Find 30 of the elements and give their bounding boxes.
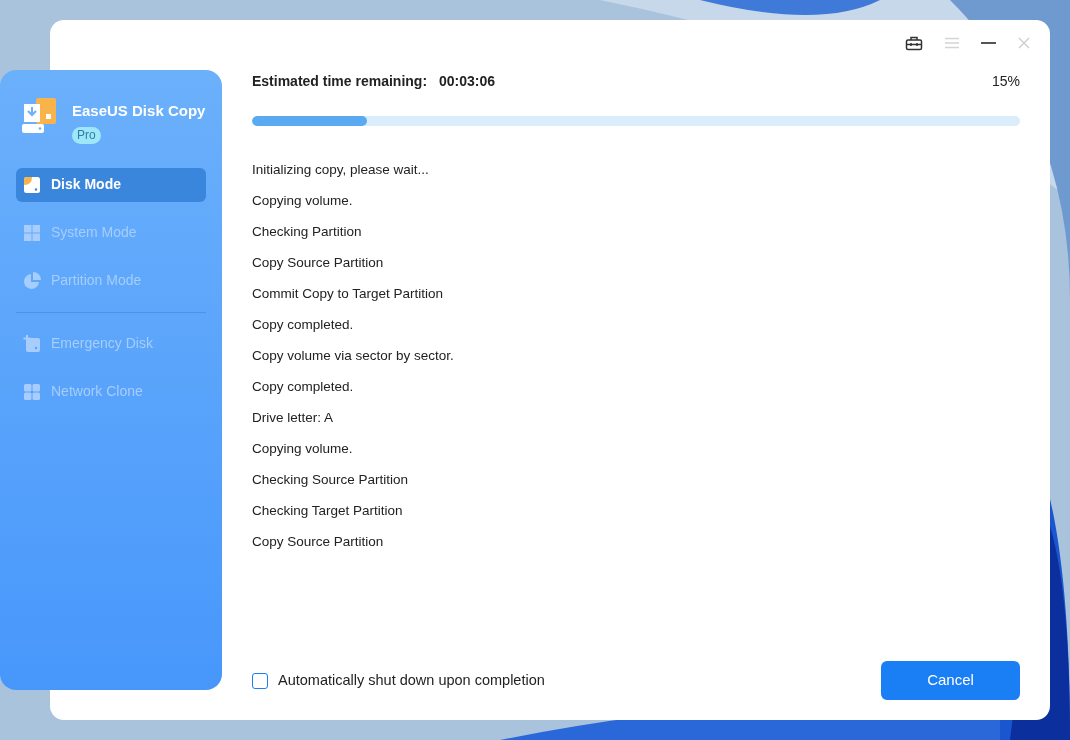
- close-icon[interactable]: [1018, 37, 1030, 49]
- pie-chart-icon: [23, 271, 41, 290]
- log-line: Copy Source Partition: [252, 254, 385, 272]
- cancel-button[interactable]: Cancel: [881, 661, 1020, 700]
- log-line: Copy completed.: [252, 378, 355, 396]
- log-line: Copying volume.: [252, 192, 354, 210]
- log-line: Copy volume via sector by sector.: [252, 347, 455, 365]
- checkbox-label: Automatically shut down upon completion: [278, 670, 545, 690]
- minimize-icon[interactable]: [981, 42, 996, 44]
- grid-icon: [23, 382, 41, 401]
- toolbox-icon[interactable]: [905, 35, 923, 51]
- checkbox[interactable]: [252, 672, 268, 689]
- log-line: Copy Source Partition: [252, 533, 385, 551]
- pro-badge: Pro: [72, 126, 101, 144]
- log-line: Initializing copy, please wait...: [252, 161, 430, 179]
- log-line: Checking Source Partition: [252, 471, 410, 489]
- menu-icon[interactable]: [945, 37, 959, 49]
- progress-percent: 15%: [991, 71, 1020, 91]
- log-line: Checking Target Partition: [252, 502, 404, 520]
- nav-item[interactable]: Disk Mode: [16, 167, 206, 202]
- time-remaining-label: Estimated time remaining:: [252, 71, 428, 91]
- time-remaining-value: 00:03:06: [439, 71, 496, 91]
- log-line: Copy completed.: [252, 316, 355, 334]
- log-line: Checking Partition: [252, 223, 363, 241]
- log-line: Drive letter: A: [252, 409, 335, 427]
- app-title: EaseUS Disk Copy: [72, 101, 206, 121]
- log-line: Copying volume.: [252, 440, 354, 458]
- log-line: Commit Copy to Target Partition: [252, 285, 445, 303]
- windows-icon: [23, 223, 41, 242]
- app-logo-icon: [22, 98, 58, 134]
